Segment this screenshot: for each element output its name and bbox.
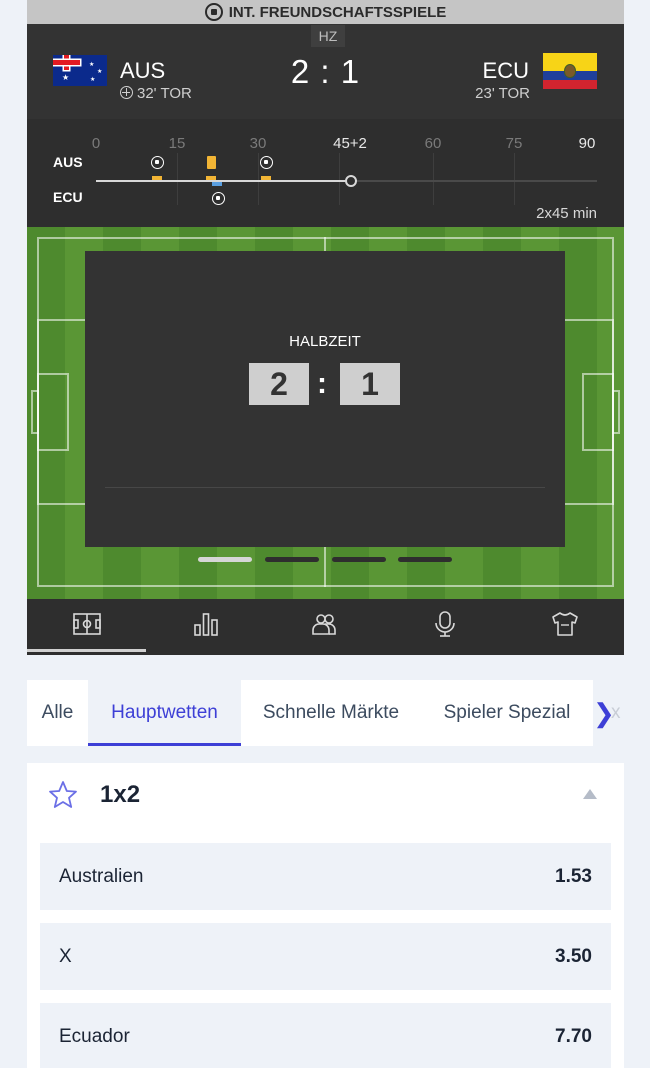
stats-tab[interactable] (146, 599, 265, 649)
right-goal-box (582, 373, 614, 451)
halftime-home-score: 2 (249, 363, 309, 405)
match-duration: 2x45 min (536, 205, 597, 222)
pitch-icon (72, 613, 101, 635)
timeline-remaining (357, 180, 597, 182)
timeline-tick: 0 (91, 135, 101, 152)
left-goal (31, 390, 39, 434)
microphone-icon (434, 611, 455, 637)
market-card-1x2: 1x2 Australien 1.53 X 3.50 Ecuador 7.70 (27, 763, 624, 1068)
goal-event-icon (260, 156, 273, 169)
collapse-caret-icon[interactable] (583, 789, 597, 799)
scoreboard-widget: INT. FREUNDSCHAFTSSPIELE HZ ★ ★ ★ ★ AUS … (27, 0, 624, 655)
goal-event-icon (151, 156, 164, 169)
timeline-gridline (433, 153, 434, 205)
home-event-marker (261, 176, 271, 180)
lineups-icon (311, 614, 336, 635)
timeline-home-label: AUS (53, 154, 83, 170)
home-event-marker (152, 176, 162, 180)
outcome-odd: 3.50 (555, 945, 592, 967)
timeline-tick: 30 (249, 135, 267, 152)
left-goal-box (37, 373, 69, 451)
match-score: 2 : 1 (290, 53, 361, 90)
outcome-name: X (59, 945, 72, 967)
outcome-row[interactable]: Ecuador 7.70 (40, 1003, 611, 1068)
halftime-overlay: HALBZEIT 2 : 1 (85, 251, 565, 547)
tab-schnelle-maerkte[interactable]: Schnelle Märkte (241, 680, 421, 746)
market-tabs: Alle Hauptwetten Schnelle Märkte Spieler… (27, 680, 624, 746)
active-tab-indicator (27, 649, 146, 652)
halftime-away-score: 1 (340, 363, 400, 405)
overlay-divider (105, 487, 545, 488)
pitch-tab[interactable] (27, 599, 146, 649)
timeline-progress (96, 180, 351, 182)
carousel-dot[interactable] (265, 557, 319, 562)
football-icon (204, 3, 223, 21)
right-goal (612, 390, 620, 434)
timeline-tick: 60 (424, 135, 442, 152)
lineups-tab[interactable] (265, 599, 384, 649)
jersey-icon (551, 612, 578, 636)
goal-event-icon (212, 192, 225, 205)
away-event-marker (212, 182, 222, 186)
timeline-gridline (258, 153, 259, 205)
competition-name: INT. FREUNDSCHAFTSSPIELE (228, 3, 447, 21)
timeline-away-label: ECU (53, 189, 83, 205)
match-timeline: 0 15 30 45+2 60 75 90 AUS ECU 2x45 min (27, 119, 624, 227)
period-badge: HZ (311, 25, 345, 47)
favorite-star-icon[interactable] (48, 780, 78, 810)
timeline-tick: 75 (505, 135, 523, 152)
jersey-tab[interactable] (505, 599, 624, 649)
outcome-odd: 1.53 (555, 865, 592, 887)
carousel-dot[interactable] (398, 557, 452, 562)
timeline-gridline (177, 153, 178, 205)
commentary-tab[interactable] (385, 599, 504, 649)
outcome-odd: 7.70 (555, 1025, 592, 1047)
away-team-code: ECU (482, 58, 529, 83)
outcome-row[interactable]: Australien 1.53 (40, 843, 611, 910)
carousel-dot[interactable] (332, 557, 386, 562)
outcome-name: Ecuador (59, 1025, 130, 1047)
stats-icon (193, 613, 218, 636)
next-tab-hint: x (611, 702, 621, 723)
widget-icon-tabs (27, 599, 624, 655)
timeline-tick: 15 (168, 135, 186, 152)
ecuador-flag-icon (543, 53, 597, 89)
timeline-tick: 90 (578, 135, 596, 152)
outcome-row[interactable]: X 3.50 (40, 923, 611, 990)
timeline-gridline (339, 153, 340, 205)
yellow-card-icon (207, 156, 216, 169)
tab-spieler-spezial[interactable]: Spieler Spezial (421, 680, 593, 746)
away-goal-info: 23' TOR (475, 85, 530, 102)
carousel-dot[interactable] (198, 557, 252, 562)
market-title: 1x2 (100, 781, 141, 808)
tab-alle[interactable]: Alle (27, 680, 88, 746)
timeline-current-marker[interactable] (345, 175, 357, 187)
halftime-label: HALBZEIT (289, 333, 361, 350)
tab-hauptwetten[interactable]: Hauptwetten (88, 680, 241, 746)
timeline-gridline (514, 153, 515, 205)
home-event-marker (206, 176, 216, 180)
pitch-view: HALBZEIT 2 : 1 (27, 227, 624, 599)
competition-bar: INT. FREUNDSCHAFTSSPIELE (27, 0, 624, 24)
timeline-tick: 45+2 (333, 135, 367, 152)
halftime-colon: : (317, 367, 327, 400)
outcome-name: Australien (59, 865, 144, 887)
